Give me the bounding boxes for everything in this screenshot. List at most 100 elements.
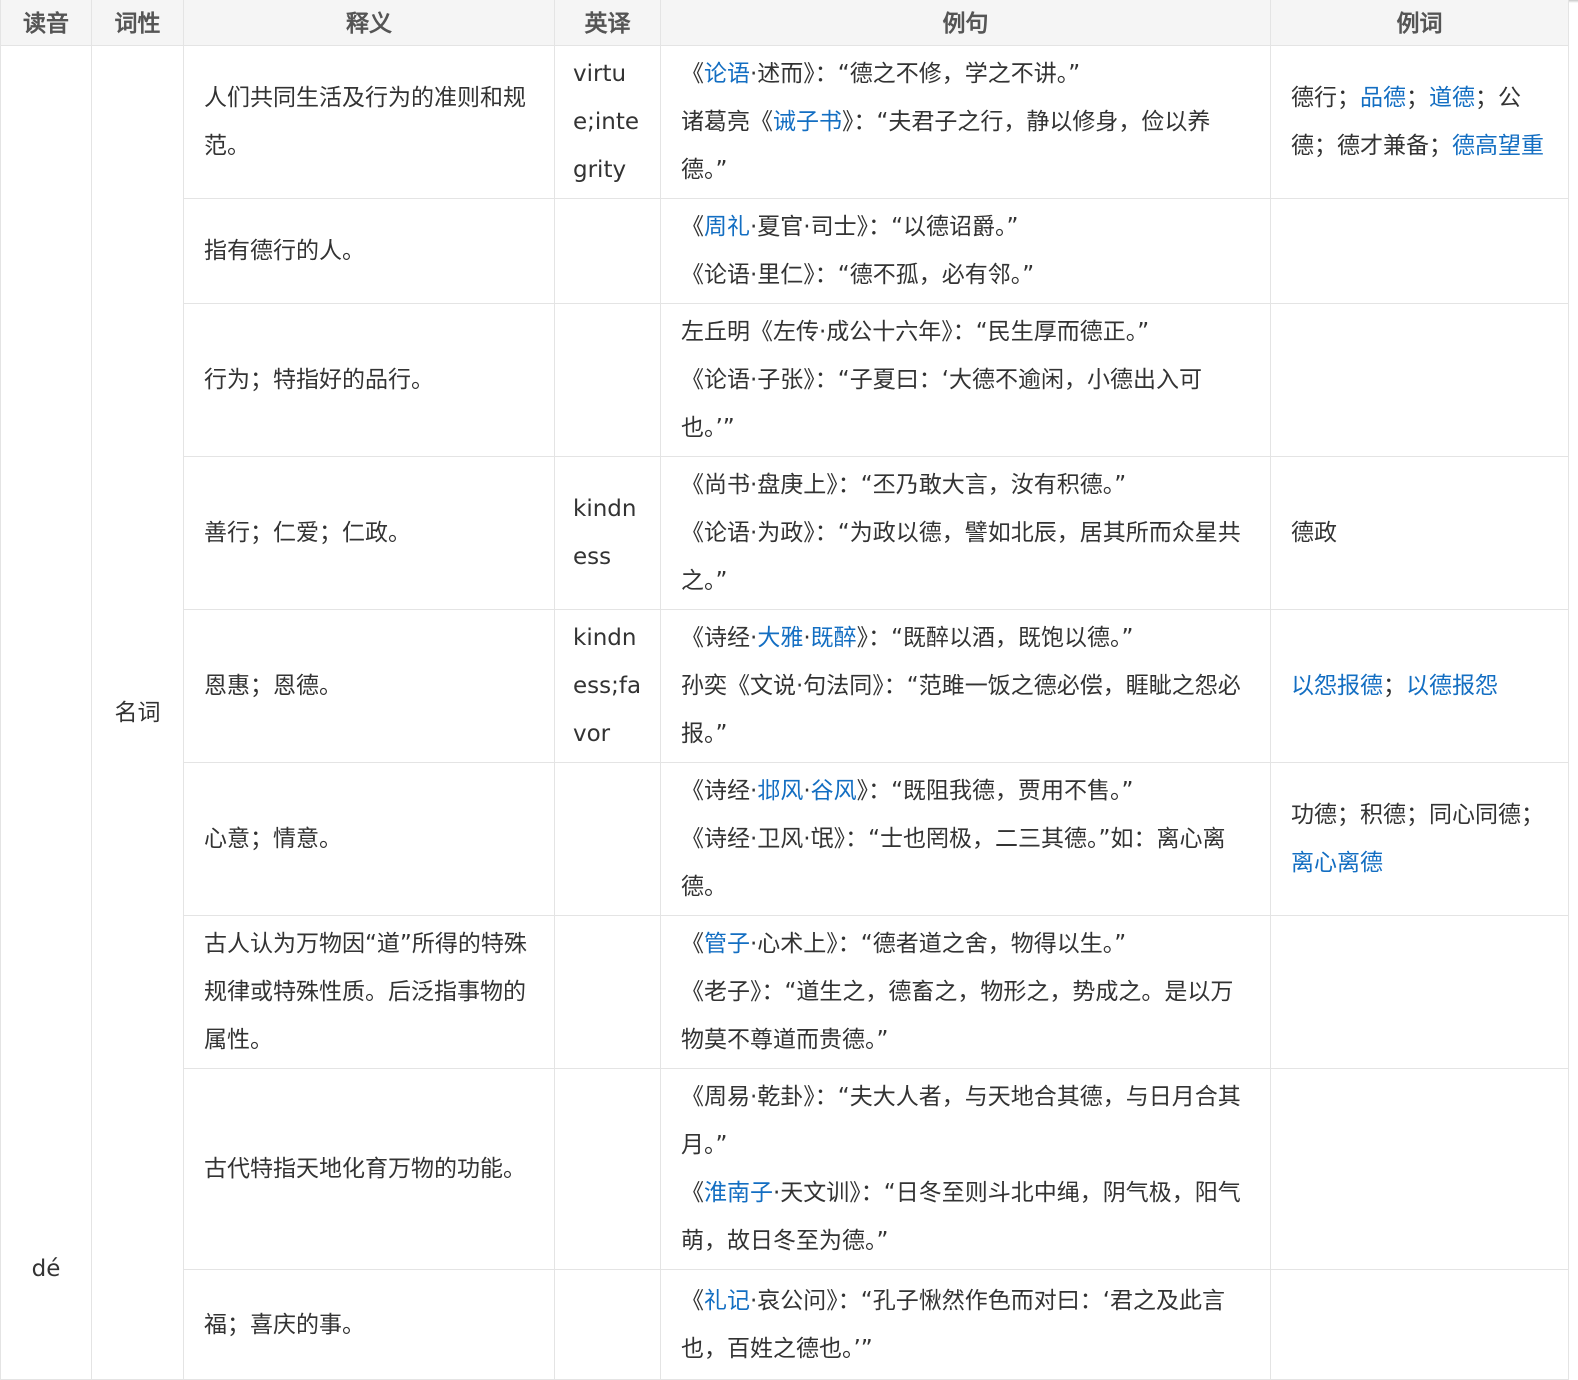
entry-link[interactable]: 以德报怨: [1406, 673, 1498, 699]
examples-cell: 《礼记·哀公问》：“孔子愀然作色而对曰：‘君之及此言也，百姓之德也。’”: [660, 1269, 1271, 1380]
text-segment: ；: [1383, 673, 1406, 699]
definition-cell: 善行；仁爱；仁政。: [183, 456, 555, 610]
text-segment: 《诗经·卫风·氓》：“士也罔极，二三其德。”如：离心离德。: [681, 826, 1226, 900]
table-row: 心意；情意。 《诗经·邶风·谷风》：“既阻我德，贾用不售。” 《诗经·卫风·氓》：“…: [1, 762, 1569, 916]
header-row: 读音 词性 释义 英译 例句 例词: [0, 0, 1569, 46]
text-segment: 德政: [1291, 520, 1337, 546]
example-sentence: 《周易·乾卦》：“夫大人者，与天地合其德，与日月合其月。”: [681, 1073, 1250, 1169]
english-cell: [554, 198, 661, 304]
header-pos: 词性: [91, 0, 184, 46]
table-row: dé 名词 人们共同生活及行为的准则和规范。 virtue;integrity 《论语·…: [0, 45, 1569, 1380]
text-segment: 《论语·子张》：“子夏曰：‘大德不逾闲，小德出入可也。’”: [681, 367, 1203, 441]
entry-link[interactable]: 谷风: [811, 778, 857, 804]
english-cell: [554, 1068, 661, 1270]
english-cell: [554, 762, 661, 916]
example-sentence: 《诗经·大雅·既醉》：“既醉以酒，既饱以德。”: [681, 614, 1250, 662]
words-cell: [1270, 1269, 1569, 1380]
example-sentence: 《诗经·邶风·谷风》：“既阻我德，贾用不售。”: [681, 767, 1250, 815]
entry-link[interactable]: 淮南子: [704, 1180, 773, 1206]
text-segment: 诸葛亮《: [681, 109, 773, 135]
text-segment: ·: [803, 778, 811, 804]
english-cell: [554, 1269, 661, 1380]
text-segment: 左丘明《左传·成公十六年》：“民生厚而德正。”: [681, 319, 1150, 345]
examples-cell: 《周易·乾卦》：“夫大人者，与天地合其德，与日月合其月。” 《淮南子·天文训》：“…: [660, 1068, 1271, 1270]
words-cell: [1270, 1068, 1569, 1270]
table-row: 古代特指天地化育万物的功能。 《周易·乾卦》：“夫大人者，与天地合其德，与日月合其…: [1, 1068, 1569, 1270]
examples-cell: 《尚书·盘庚上》：“丕乃敢大言，汝有积德。” 《论语·为政》：“为政以德，譬如北辰…: [660, 456, 1271, 610]
table-body: dé 名词 人们共同生活及行为的准则和规范。 virtue;integrity 《论语·…: [0, 45, 1569, 1380]
pos-cell: 名词: [91, 45, 184, 1380]
entry-link[interactable]: 离心离德: [1291, 850, 1383, 876]
text-segment: 《诗经·: [681, 625, 758, 651]
table-row: 古人认为万物因“道”所得的特殊规律或特殊性质。后泛指事物的属性。 《管子·心术上》…: [1, 915, 1569, 1069]
table-row: 指有德行的人。 《周礼·夏官·司士》：“以德诏爵。” 《论语·里仁》：“德不孤，必有…: [1, 198, 1569, 304]
definition-cell: 心意；情意。: [183, 762, 555, 916]
entry-link[interactable]: 诫子书: [773, 109, 842, 135]
english-cell: [554, 915, 661, 1069]
table-row: 福；喜庆的事。 《礼记·哀公问》：“孔子愀然作色而对曰：‘君之及此言也，百姓之德也…: [1, 1269, 1569, 1380]
header-english: 英译: [554, 0, 661, 46]
definition-cell: 古代特指天地化育万物的功能。: [183, 1068, 555, 1270]
words-cell: 德行；品德；道德；公德；德才兼备；德高望重: [1270, 45, 1569, 199]
examples-cell: 《诗经·大雅·既醉》：“既醉以酒，既饱以德。” 孙奕《文说·句法同》：“范雎一饭之…: [660, 609, 1271, 763]
example-sentence: 《诗经·卫风·氓》：“士也罔极，二三其德。”如：离心离德。: [681, 815, 1250, 911]
example-sentence: 诸葛亮《诫子书》：“夫君子之行，静以修身，俭以养德。”: [681, 98, 1250, 194]
entry-link[interactable]: 以怨报德: [1291, 673, 1383, 699]
text-segment: 《: [681, 931, 704, 957]
example-sentence: 左丘明《左传·成公十六年》：“民生厚而德正。”: [681, 308, 1250, 356]
text-segment: ·述而》：“德之不修，学之不讲。”: [750, 61, 1081, 87]
text-segment: ·: [803, 625, 811, 651]
entry-link[interactable]: 既醉: [811, 625, 857, 651]
entry-link[interactable]: 大雅: [757, 625, 803, 651]
entry-link[interactable]: 品德: [1360, 85, 1406, 111]
words-cell: [1270, 915, 1569, 1069]
example-sentence: 《礼记·哀公问》：“孔子愀然作色而对曰：‘君之及此言也，百姓之德也。’”: [681, 1277, 1250, 1373]
example-sentence: 《尚书·盘庚上》：“丕乃敢大言，汝有积德。”: [681, 461, 1250, 509]
text-segment: ·哀公问》：“孔子愀然作色而对曰：‘君之及此言也，百姓之德也。’”: [681, 1287, 1226, 1362]
text-segment: ·心术上》：“德者道之舍，物得以生。”: [750, 931, 1127, 957]
text-segment: 《论语·里仁》：“德不孤，必有邻。”: [681, 262, 1035, 288]
examples-cell: 《论语·述而》：“德之不修，学之不讲。” 诸葛亮《诫子书》：“夫君子之行，静以修身…: [660, 45, 1271, 199]
header-reading: 读音: [0, 0, 92, 46]
entry-link[interactable]: 礼记: [704, 1288, 750, 1314]
entry-link[interactable]: 道德: [1429, 85, 1475, 111]
definition-cell: 恩惠；恩德。: [183, 609, 555, 763]
text-segment: 德行；: [1291, 85, 1360, 111]
entry-link[interactable]: 管子: [704, 931, 750, 957]
examples-cell: 《诗经·邶风·谷风》：“既阻我德，贾用不售。” 《诗经·卫风·氓》：“士也罔极，二…: [660, 762, 1271, 916]
english-cell: [554, 303, 661, 457]
text-segment: 《老子》：“道生之，德畜之，物形之，势成之。是以万物莫不尊道而贵德。”: [681, 979, 1234, 1053]
english-cell: kindness;favor: [554, 609, 661, 763]
examples-cell: 左丘明《左传·成公十六年》：“民生厚而德正。” 《论语·子张》：“子夏曰：‘大德不…: [660, 303, 1271, 457]
text-segment: ·夏官·司士》：“以德诏爵。”: [750, 214, 1019, 240]
words-cell: [1270, 303, 1569, 457]
entry-link[interactable]: 德高望重: [1452, 133, 1544, 159]
table-row: 善行；仁爱；仁政。 kindness 《尚书·盘庚上》：“丕乃敢大言，汝有积德。” 《…: [1, 456, 1569, 610]
text-segment: 》：“既阻我德，贾用不售。”: [856, 778, 1134, 804]
definition-cell: 行为；特指好的品行。: [183, 303, 555, 457]
table-row: 恩惠；恩德。 kindness;favor 《诗经·大雅·既醉》：“既醉以酒，既饱以…: [1, 609, 1569, 763]
entry-link[interactable]: 论语: [704, 61, 750, 87]
entry-link[interactable]: 周礼: [704, 214, 750, 240]
example-sentence: 《论语·述而》：“德之不修，学之不讲。”: [681, 50, 1250, 98]
examples-cell: 《周礼·夏官·司士》：“以德诏爵。” 《论语·里仁》：“德不孤，必有邻。”: [660, 198, 1271, 304]
text-segment: ；: [1406, 85, 1429, 111]
header-words: 例词: [1270, 0, 1569, 46]
words-cell: 功德；积德；同心同德； 离心离德: [1270, 762, 1569, 916]
definition-cell: 指有德行的人。: [183, 198, 555, 304]
reading-cell: dé: [0, 45, 92, 1380]
text-segment: 《周易·乾卦》：“夫大人者，与天地合其德，与日月合其月。”: [681, 1084, 1241, 1158]
text-segment: 《尚书·盘庚上》：“丕乃敢大言，汝有积德。”: [681, 472, 1127, 498]
text-segment: 孙奕《文说·句法同》：“范雎一饭之德必偿，睚眦之怨必报。”: [681, 673, 1241, 747]
text-segment: 》：“既醉以酒，既饱以德。”: [856, 625, 1134, 651]
words-cell: [1270, 198, 1569, 304]
text-segment: 《: [681, 1287, 704, 1314]
english-cell: virtue;integrity: [554, 45, 661, 199]
entry-link[interactable]: 邶风: [757, 778, 803, 804]
text-segment: 《: [681, 61, 704, 87]
definition-cell: 福；喜庆的事。: [183, 1269, 555, 1380]
english-cell: kindness: [554, 456, 661, 610]
example-sentence: 《周礼·夏官·司士》：“以德诏爵。”: [681, 203, 1250, 251]
definition-cell: 人们共同生活及行为的准则和规范。: [183, 45, 555, 199]
example-sentence: 《论语·为政》：“为政以德，譬如北辰，居其所而众星共之。”: [681, 509, 1250, 605]
